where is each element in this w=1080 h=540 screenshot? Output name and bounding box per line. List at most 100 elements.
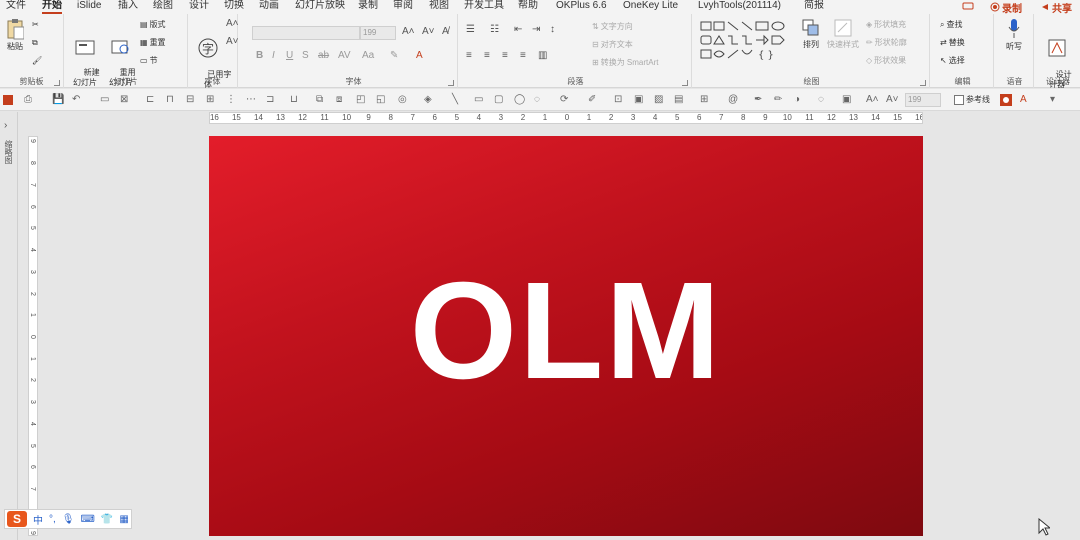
keyboard-icon[interactable]: ⌨	[80, 514, 94, 525]
menu-insert[interactable]: 插入	[118, 0, 138, 14]
paragraph-launcher[interactable]	[682, 80, 688, 86]
align-text-button[interactable]: ⊟ 对齐文本	[592, 40, 633, 50]
align-left-icon[interactable]: ≡	[466, 50, 472, 61]
quick-styles-button[interactable]: 快速样式	[826, 18, 860, 50]
comment-button[interactable]	[962, 0, 974, 14]
skin-icon[interactable]: 👕	[101, 514, 113, 525]
shapes-gallery-icon[interactable]: { }	[700, 20, 790, 68]
section-button[interactable]: ▭ 节	[140, 56, 158, 66]
slide-canvas[interactable]: OLM	[209, 136, 923, 536]
line-icon[interactable]: ╲	[452, 94, 464, 106]
copy-button[interactable]: ⧉	[32, 38, 38, 48]
undo-icon[interactable]: ↶	[72, 94, 84, 106]
distribute-h-icon[interactable]: ⊟	[186, 94, 198, 106]
bold-icon[interactable]: B	[256, 50, 263, 61]
grid-icon[interactable]: ▦	[119, 514, 128, 525]
rectangle-icon[interactable]: ▭	[474, 94, 486, 106]
menu-transitions[interactable]: 切换	[224, 0, 244, 14]
decrease-indent-icon[interactable]: ⇤	[514, 24, 522, 35]
text-frame-icon[interactable]: ▣	[842, 94, 854, 106]
replace-button[interactable]: ⇄ 替换	[940, 38, 965, 48]
font-color-icon[interactable]: A	[416, 50, 423, 61]
clear-format-icon[interactable]: A̸	[442, 26, 449, 37]
menu-view[interactable]: 视图	[429, 0, 449, 14]
underline-icon[interactable]: U	[286, 50, 293, 61]
capture-icon[interactable]: ⎙	[24, 94, 36, 106]
merge-shapes-icon[interactable]: ◎	[398, 94, 410, 106]
used-fonts-button[interactable]: 字 已用字 体	[194, 18, 231, 100]
text-color-qat-icon[interactable]: A	[1020, 94, 1032, 106]
increase-indent-icon[interactable]: ⇥	[532, 24, 540, 35]
red-tool-icon[interactable]	[1000, 94, 1012, 106]
save-icon[interactable]: 💾	[52, 94, 64, 106]
group-icon[interactable]: ⧉	[316, 94, 328, 106]
drawing-launcher[interactable]	[920, 80, 926, 86]
menu-lvyhtools[interactable]: LvyhTools(201114)	[698, 0, 781, 14]
line-spacing-icon[interactable]: ↕	[550, 24, 555, 35]
rotate-icon[interactable]: ⟳	[560, 94, 572, 106]
cut-button[interactable]: ✂	[32, 20, 39, 30]
justify-icon[interactable]: ≡	[520, 50, 526, 61]
close-shape-icon[interactable]: ⊠	[120, 94, 132, 106]
numbering-icon[interactable]: ☷	[490, 24, 499, 35]
align-bottom-objects-icon[interactable]: ⊔	[290, 94, 302, 106]
send-backward-icon[interactable]: ◱	[376, 94, 388, 106]
ime-logo[interactable]: S	[7, 511, 27, 527]
reset-button[interactable]: ▦ 重置	[140, 38, 166, 48]
find-button[interactable]: ⌕ 查找	[940, 20, 962, 30]
textbox-icon[interactable]: ⊞	[700, 94, 712, 106]
menu-help[interactable]: 帮助	[518, 0, 538, 14]
punctuation-icon[interactable]: °,	[49, 514, 56, 525]
bring-forward-icon[interactable]: ◰	[356, 94, 368, 106]
case-icon[interactable]: Aa	[362, 50, 374, 61]
increase-font-icon[interactable]: A˄	[402, 26, 415, 37]
spacing-icon[interactable]: AV	[338, 50, 351, 61]
align-left-objects-icon[interactable]: ⊏	[146, 94, 158, 106]
shape-effects-button[interactable]: ◇ 形状效果	[866, 56, 906, 66]
picture-icon[interactable]: ▣	[634, 94, 646, 106]
menu-review[interactable]: 审阅	[393, 0, 413, 14]
slide-icon[interactable]: ▤	[674, 94, 686, 106]
columns-icon[interactable]: ▥	[538, 50, 547, 61]
decrease-font-icon[interactable]: A˅	[422, 26, 435, 37]
menu-briefing[interactable]: 简报	[804, 0, 824, 14]
lasso-icon[interactable]: ◌	[818, 94, 830, 106]
expand-pane-icon[interactable]: ›	[4, 120, 7, 131]
outline-color-icon[interactable]: ✏	[774, 94, 786, 106]
menu-islide[interactable]: iSlide	[77, 0, 101, 14]
menu-slideshow[interactable]: 幻灯片放映	[295, 0, 345, 14]
italic-icon[interactable]: I	[272, 50, 275, 61]
shrink-font-icon[interactable]: A˅	[226, 36, 239, 47]
font-launcher[interactable]	[448, 80, 454, 86]
select-button[interactable]: ↖ 选择	[940, 56, 965, 66]
fill-icon[interactable]: ◈	[424, 94, 436, 106]
customize-toolbar-icon[interactable]: ▾	[1050, 94, 1062, 106]
slide-title[interactable]: OLM	[209, 256, 923, 406]
align-center-icon[interactable]: ≡	[484, 50, 490, 61]
guides-toggle[interactable]: 参考线	[954, 95, 990, 105]
format-painter-qat-icon[interactable]: ✐	[588, 94, 600, 106]
spiral-icon[interactable]: @	[728, 94, 740, 106]
clipboard-launcher[interactable]	[54, 80, 60, 86]
align-middle-objects-icon[interactable]: ⋯	[246, 94, 258, 106]
shrink-font-qat-icon[interactable]: A˅	[886, 94, 899, 106]
smartart-button[interactable]: ⊞ 转换为 SmartArt	[592, 58, 658, 68]
menu-developer[interactable]: 开发工具	[464, 0, 504, 14]
thumbnail-pane[interactable]: › 缩略图	[0, 112, 18, 540]
present-icon[interactable]: ▭	[100, 94, 112, 106]
ime-language[interactable]: 中	[33, 512, 43, 527]
qat-font-size-field[interactable]: 199	[905, 93, 941, 107]
rounded-rect-icon[interactable]: ▢	[494, 94, 506, 106]
designer-button[interactable]: 设计 计器	[1042, 18, 1072, 100]
record-button[interactable]: 录制	[990, 0, 1022, 15]
image-icon[interactable]: ▨	[654, 94, 666, 106]
crop-icon[interactable]: ⊡	[614, 94, 626, 106]
menu-design[interactable]: 设计	[189, 0, 209, 14]
text-direction-button[interactable]: ⇅ 文字方向	[592, 22, 633, 32]
menu-okplus[interactable]: OKPlus 6.6	[556, 0, 607, 14]
shape-effect-qat-icon[interactable]: ◑	[794, 94, 806, 106]
menu-animations[interactable]: 动画	[259, 0, 279, 14]
align-top-objects-icon[interactable]: ⊓	[166, 94, 178, 106]
highlight-icon[interactable]: ✎	[390, 50, 398, 61]
font-name-field[interactable]	[252, 26, 360, 40]
